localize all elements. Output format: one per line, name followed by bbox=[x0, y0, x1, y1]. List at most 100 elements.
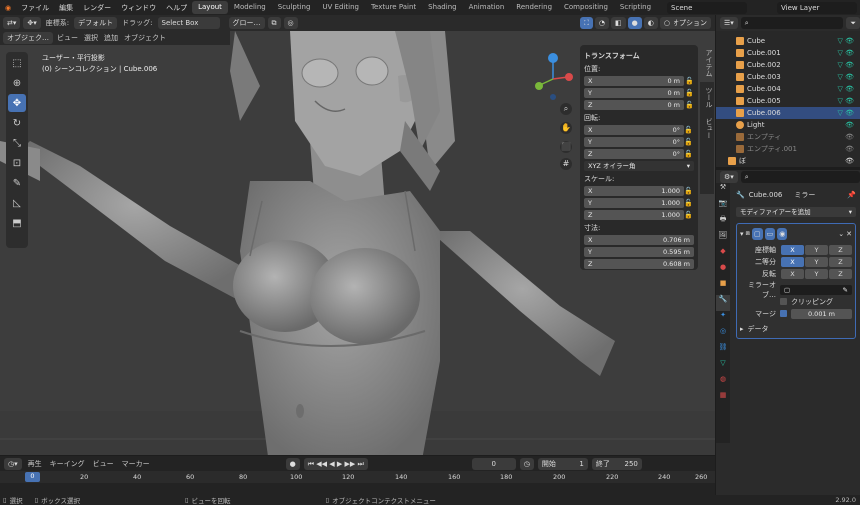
menu-window[interactable]: ウィンドウ bbox=[116, 3, 161, 13]
rotation-z-field[interactable]: Z 0° bbox=[584, 148, 684, 159]
eye-icon[interactable]: 👁 bbox=[845, 145, 860, 153]
clock-icon[interactable]: ◷ bbox=[519, 457, 534, 470]
eye-icon[interactable]: ▽ 👁 bbox=[838, 85, 860, 93]
axis-y-button[interactable]: Y bbox=[805, 244, 828, 255]
add-cube-icon[interactable]: ⬒ bbox=[8, 214, 26, 232]
visibility-icon[interactable]: ⛶ bbox=[580, 17, 593, 29]
eye-icon[interactable]: ▽ 👁 bbox=[838, 37, 860, 45]
menu-render[interactable]: レンダー bbox=[78, 3, 116, 13]
flip-x-button[interactable]: X bbox=[781, 268, 804, 279]
blender-logo-icon[interactable]: ◉ bbox=[0, 4, 16, 12]
pin-icon[interactable]: 📌 bbox=[847, 191, 856, 199]
end-frame-field[interactable]: 終了 250 bbox=[591, 457, 642, 470]
outliner-item[interactable]: Cube.004 ▽ 👁 bbox=[716, 83, 860, 95]
expand-icon[interactable]: ▾ bbox=[740, 230, 744, 238]
outliner-item[interactable]: Cube.002 ▽ 👁 bbox=[716, 59, 860, 71]
menu-view[interactable]: ビュー bbox=[55, 33, 80, 43]
marker-menu[interactable]: マーカー bbox=[120, 459, 152, 469]
scale-z-field[interactable]: Z 1.000 bbox=[584, 209, 684, 220]
annotate-icon[interactable]: ✎ bbox=[8, 174, 26, 192]
eye-icon[interactable]: ▽ 👁 bbox=[838, 73, 860, 81]
transform-tool-icon[interactable]: ✥▾ bbox=[23, 17, 41, 29]
camera-icon[interactable]: ⬛ bbox=[560, 141, 572, 153]
outliner-item[interactable]: エンプティ 👁 bbox=[716, 131, 860, 143]
data-section-label[interactable]: データ bbox=[748, 324, 769, 334]
merge-distance-field[interactable]: 0.001 m bbox=[791, 308, 852, 319]
transform-icon[interactable]: ⊡ bbox=[8, 154, 26, 172]
eyedropper-icon[interactable]: ✎ bbox=[843, 285, 848, 295]
playback-menu[interactable]: 再生 bbox=[26, 459, 44, 469]
mirror-object-field[interactable]: ▢ ✎ bbox=[780, 284, 852, 295]
view-layer-tab-icon[interactable]: 🖼 bbox=[716, 231, 730, 247]
select-box-icon[interactable]: ⬚ bbox=[8, 54, 26, 72]
close-icon[interactable]: ✕ bbox=[846, 230, 852, 238]
tab-sculpting[interactable]: Sculpting bbox=[272, 1, 317, 14]
start-frame-field[interactable]: 開始 1 bbox=[537, 457, 588, 470]
outliner-item[interactable]: ぼ 👁 bbox=[716, 155, 860, 167]
outliner-item[interactable]: Light 👁 bbox=[716, 119, 860, 131]
lock-icon[interactable]: 🔓 bbox=[684, 77, 694, 85]
cursor-icon[interactable]: ⊕ bbox=[8, 74, 26, 92]
add-modifier-dropdown[interactable]: モディファイアーを追加 ▾ bbox=[736, 206, 856, 217]
lock-icon[interactable]: 🔓 bbox=[684, 211, 694, 219]
outliner-item[interactable]: Cube.005 ▽ 👁 bbox=[716, 95, 860, 107]
dimension-y-field[interactable]: Y 0.595 m bbox=[584, 246, 694, 257]
eye-icon[interactable]: 👁 bbox=[845, 133, 860, 141]
world-tab-icon[interactable]: ● bbox=[716, 263, 730, 279]
view-layer-selector[interactable]: View Layer bbox=[777, 1, 858, 14]
scale-icon[interactable]: ⤡ bbox=[8, 134, 26, 152]
record-icon[interactable]: ● bbox=[285, 457, 300, 470]
merge-checkbox[interactable] bbox=[780, 310, 787, 317]
tab-scripting[interactable]: Scripting bbox=[614, 1, 657, 14]
tab-compositing[interactable]: Compositing bbox=[558, 1, 614, 14]
location-x-field[interactable]: X0 m bbox=[584, 75, 684, 86]
properties-search[interactable]: ⌕ bbox=[740, 171, 860, 183]
tab-item[interactable]: アイテム bbox=[700, 44, 714, 82]
output-tab-icon[interactable]: 🖶 bbox=[716, 215, 730, 231]
menu-select[interactable]: 選択 bbox=[82, 33, 100, 43]
outliner-item[interactable]: エンプティ.001 👁 bbox=[716, 143, 860, 155]
outliner-editor-icon[interactable]: ☰▾ bbox=[720, 17, 738, 29]
shading-rendered-icon[interactable]: ○ bbox=[659, 17, 674, 29]
measure-icon[interactable]: ◺ bbox=[8, 194, 26, 212]
tab-rendering[interactable]: Rendering bbox=[510, 1, 558, 14]
dimension-z-field[interactable]: Z 0.608 m bbox=[584, 258, 694, 269]
rotation-y-field[interactable]: Y 0° bbox=[584, 136, 684, 147]
rotation-x-field[interactable]: X 0° bbox=[584, 124, 684, 135]
zoom-icon[interactable]: ⌕ bbox=[560, 103, 572, 115]
tab-view[interactable]: ビュー bbox=[700, 113, 714, 144]
axis-x-button[interactable]: X bbox=[781, 244, 804, 255]
lock-icon[interactable]: 🔓 bbox=[684, 101, 694, 109]
grid-icon[interactable]: # bbox=[560, 158, 572, 170]
menu-object[interactable]: オブジェクト bbox=[122, 33, 168, 43]
dropdown-icon[interactable]: ⌄ bbox=[838, 230, 844, 238]
tab-modeling[interactable]: Modeling bbox=[228, 1, 272, 14]
render-tab-icon[interactable]: 📷 bbox=[716, 199, 730, 215]
particles-tab-icon[interactable]: ✦ bbox=[716, 311, 730, 327]
lock-icon[interactable]: 🔓 bbox=[684, 150, 694, 158]
eye-icon[interactable]: 👁 bbox=[845, 121, 860, 129]
shading-solid-icon[interactable]: ● bbox=[627, 17, 642, 29]
menu-file[interactable]: ファイル bbox=[16, 3, 54, 13]
timeline-editor-icon[interactable]: ◷▾ bbox=[4, 457, 22, 470]
drag-dropdown[interactable]: Select Box bbox=[157, 17, 220, 29]
scene-selector[interactable]: Scene bbox=[667, 1, 748, 14]
xray-icon[interactable]: ◧ bbox=[611, 17, 626, 29]
overlay-icon[interactable]: ◔ bbox=[594, 17, 610, 29]
tab-uv-editing[interactable]: UV Editing bbox=[316, 1, 365, 14]
view-menu[interactable]: ビュー bbox=[91, 459, 116, 469]
menu-help[interactable]: ヘルプ bbox=[161, 3, 192, 13]
location-z-field[interactable]: Z0 m bbox=[584, 99, 684, 110]
bisect-x-button[interactable]: X bbox=[781, 256, 804, 267]
orientation-dropdown[interactable]: グロー… bbox=[228, 17, 265, 29]
lock-icon[interactable]: 🔓 bbox=[684, 89, 694, 97]
expand-icon[interactable]: ▸ bbox=[740, 325, 748, 333]
outliner-search[interactable]: ⌕ bbox=[740, 17, 844, 29]
location-y-field[interactable]: Y0 m bbox=[584, 87, 684, 98]
tab-shading[interactable]: Shading bbox=[422, 1, 462, 14]
coord-dropdown[interactable]: デフォルト bbox=[74, 17, 118, 29]
constraints-tab-icon[interactable]: ⛓ bbox=[716, 343, 730, 359]
eye-icon[interactable]: ▽ 👁 bbox=[838, 49, 860, 57]
frame-indicator[interactable]: 0 bbox=[25, 472, 40, 482]
rotate-icon[interactable]: ↻ bbox=[8, 114, 26, 132]
